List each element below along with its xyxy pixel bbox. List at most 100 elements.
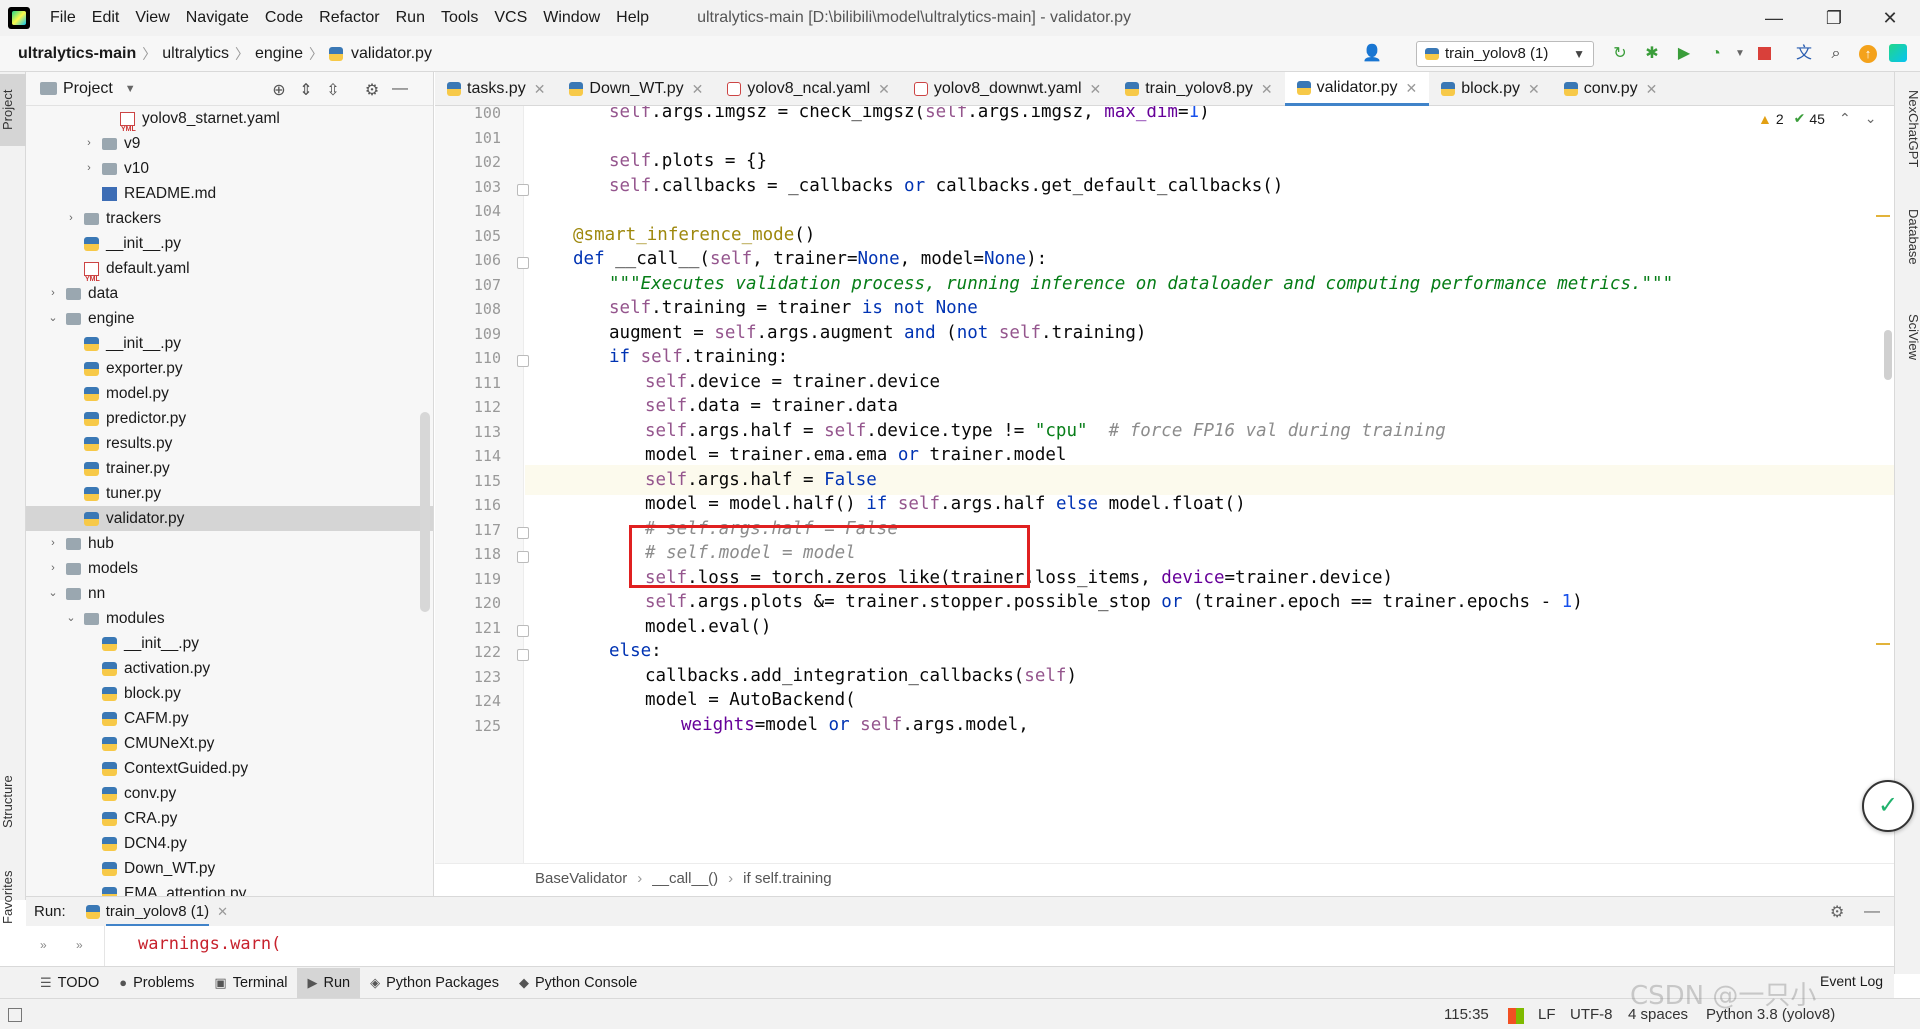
- close-tab-icon[interactable]: ✕: [692, 72, 704, 106]
- file-encoding[interactable]: UTF-8: [1570, 1006, 1613, 1023]
- tree-item[interactable]: CAFM.py: [26, 706, 433, 731]
- expand-all-icon[interactable]: ⇕: [296, 80, 316, 100]
- tree-item[interactable]: predictor.py: [26, 406, 433, 431]
- close-window-button[interactable]: ✕: [1860, 0, 1920, 36]
- editor-tab[interactable]: yolov8_downwt.yaml ✕: [902, 72, 1113, 106]
- breadcrumb-file[interactable]: validator.py: [347, 45, 436, 63]
- tree-item[interactable]: › hub: [26, 531, 433, 556]
- collapse-all-icon[interactable]: ⇳: [323, 80, 343, 100]
- tree-item[interactable]: ContextGuided.py: [26, 756, 433, 781]
- warning-stripe-marker[interactable]: [1876, 643, 1890, 645]
- editor-tab[interactable]: block.py ✕: [1429, 72, 1551, 106]
- menu-window[interactable]: Window: [535, 0, 608, 36]
- tree-item[interactable]: › models: [26, 556, 433, 581]
- tool-window-run[interactable]: ▶ Run: [297, 967, 361, 998]
- editor-tab[interactable]: train_yolov8.py ✕: [1113, 72, 1284, 106]
- editor-tab[interactable]: validator.py ✕: [1284, 71, 1430, 106]
- tree-item[interactable]: exporter.py: [26, 356, 433, 381]
- event-log-button[interactable]: Event Log: [1820, 973, 1883, 989]
- tree-item[interactable]: ⌄ nn: [26, 581, 433, 606]
- chevron-right-icon[interactable]: ›: [46, 556, 60, 581]
- more-run-options-icon[interactable]: ▼: [1730, 44, 1750, 64]
- code-editor[interactable]: 100 101 102 103 104 105 106 107 108 109 110 111 112 1…: [435, 106, 1894, 863]
- stop-icon[interactable]: [1754, 44, 1774, 64]
- run-with-coverage-icon[interactable]: ▶: [1674, 44, 1694, 64]
- tree-item[interactable]: conv.py: [26, 781, 433, 806]
- sciview-tool-tab[interactable]: SciView: [1895, 297, 1920, 377]
- menu-code[interactable]: Code: [257, 0, 311, 36]
- editor-tab[interactable]: tasks.py ✕: [435, 72, 557, 106]
- code-breadcrumb-class[interactable]: BaseValidator: [535, 870, 627, 887]
- chevron-right-icon[interactable]: ›: [82, 156, 96, 181]
- tree-item[interactable]: tuner.py: [26, 481, 433, 506]
- hide-panel-icon[interactable]: —: [1864, 903, 1880, 921]
- menu-tools[interactable]: Tools: [433, 0, 486, 36]
- tree-item[interactable]: › trackers: [26, 206, 433, 231]
- chevron-down-icon[interactable]: ▼: [125, 83, 136, 95]
- close-tab-icon[interactable]: ✕: [1406, 71, 1418, 105]
- editor-scrollbar[interactable]: [1884, 330, 1892, 380]
- minimize-button[interactable]: —: [1744, 0, 1804, 36]
- close-tab-icon[interactable]: ✕: [534, 72, 546, 106]
- menu-edit[interactable]: Edit: [84, 0, 128, 36]
- breadcrumb-engine[interactable]: engine: [251, 45, 307, 63]
- debug-icon[interactable]: ✱: [1642, 44, 1662, 64]
- editor-tab[interactable]: yolov8_ncal.yaml ✕: [715, 72, 901, 106]
- tree-item[interactable]: results.py: [26, 431, 433, 456]
- tool-window-terminal[interactable]: ▣ Terminal: [204, 968, 297, 998]
- user-icon[interactable]: 👤: [1362, 44, 1382, 64]
- tree-item[interactable]: ⌄ modules: [26, 606, 433, 631]
- menu-view[interactable]: View: [127, 0, 177, 36]
- hide-panel-icon[interactable]: —: [390, 80, 410, 98]
- close-tab-icon[interactable]: ✕: [1090, 72, 1102, 106]
- run-tab[interactable]: train_yolov8 (1): [105, 897, 210, 927]
- favorites-tool-tab[interactable]: Favorites: [0, 862, 26, 932]
- tree-item[interactable]: trainer.py: [26, 456, 433, 481]
- tree-item[interactable]: __init__.py: [26, 231, 433, 256]
- chevron-right-icon[interactable]: ›: [46, 281, 60, 306]
- tree-item[interactable]: model.py: [26, 381, 433, 406]
- floating-assistant-icon[interactable]: ✓: [1862, 780, 1914, 832]
- locate-file-icon[interactable]: ⊕: [269, 80, 289, 100]
- inspection-widget[interactable]: ▲ 2 ✔ 45 ⌃ ⌄: [1758, 110, 1876, 127]
- toggle-tool-windows-icon[interactable]: [8, 1008, 22, 1022]
- breadcrumb-project[interactable]: ultralytics-main: [14, 45, 140, 63]
- tree-item[interactable]: activation.py: [26, 656, 433, 681]
- tree-item[interactable]: › data: [26, 281, 433, 306]
- tree-item[interactable]: __init__.py: [26, 631, 433, 656]
- tree-item[interactable]: README.md: [26, 181, 433, 206]
- tree-item[interactable]: validator.py: [26, 506, 433, 531]
- run-output[interactable]: » » warnings.warn(: [26, 926, 1894, 966]
- chevron-right-icon[interactable]: ›: [46, 531, 60, 556]
- tree-item[interactable]: CMUNeXt.py: [26, 731, 433, 756]
- menu-run[interactable]: Run: [388, 0, 433, 36]
- tree-item[interactable]: › v10: [26, 156, 433, 181]
- warning-stripe-marker[interactable]: [1876, 215, 1890, 217]
- tree-item[interactable]: block.py: [26, 681, 433, 706]
- next-highlight-icon[interactable]: ⌄: [1865, 110, 1877, 127]
- tree-item[interactable]: yolov8_starnet.yaml: [26, 106, 433, 142]
- chevron-down-icon[interactable]: ⌄: [64, 606, 78, 631]
- editor-tab[interactable]: conv.py ✕: [1552, 72, 1670, 106]
- tree-item[interactable]: default.yaml: [26, 256, 433, 292]
- tree-item[interactable]: CRA.py: [26, 806, 433, 831]
- tree-item[interactable]: ⌄ engine: [26, 306, 433, 331]
- project-scrollbar[interactable]: [420, 412, 430, 612]
- chevron-right-icon[interactable]: ›: [82, 131, 96, 156]
- expand-icon[interactable]: »: [76, 938, 83, 952]
- tool-window-problems[interactable]: ● Problems: [109, 968, 204, 998]
- editor-tab[interactable]: Down_WT.py ✕: [557, 72, 715, 106]
- menu-navigate[interactable]: Navigate: [178, 0, 257, 36]
- menu-file[interactable]: File: [42, 0, 84, 36]
- gear-icon[interactable]: ⚙: [1830, 902, 1844, 922]
- rerun-icon[interactable]: ↻: [1610, 44, 1630, 64]
- tool-window-python-packages[interactable]: ◈ Python Packages: [360, 968, 509, 998]
- menu-refactor[interactable]: Refactor: [311, 0, 387, 36]
- tree-item[interactable]: EMA_attention.py: [26, 881, 433, 896]
- plugin-icon[interactable]: [1888, 44, 1908, 64]
- tree-item[interactable]: › v9: [26, 131, 433, 156]
- database-tool-tab[interactable]: Database: [1895, 192, 1920, 282]
- close-run-tab-icon[interactable]: ✕: [217, 904, 228, 920]
- tree-item[interactable]: DCN4.py: [26, 831, 433, 856]
- gear-icon[interactable]: ⚙: [362, 80, 382, 100]
